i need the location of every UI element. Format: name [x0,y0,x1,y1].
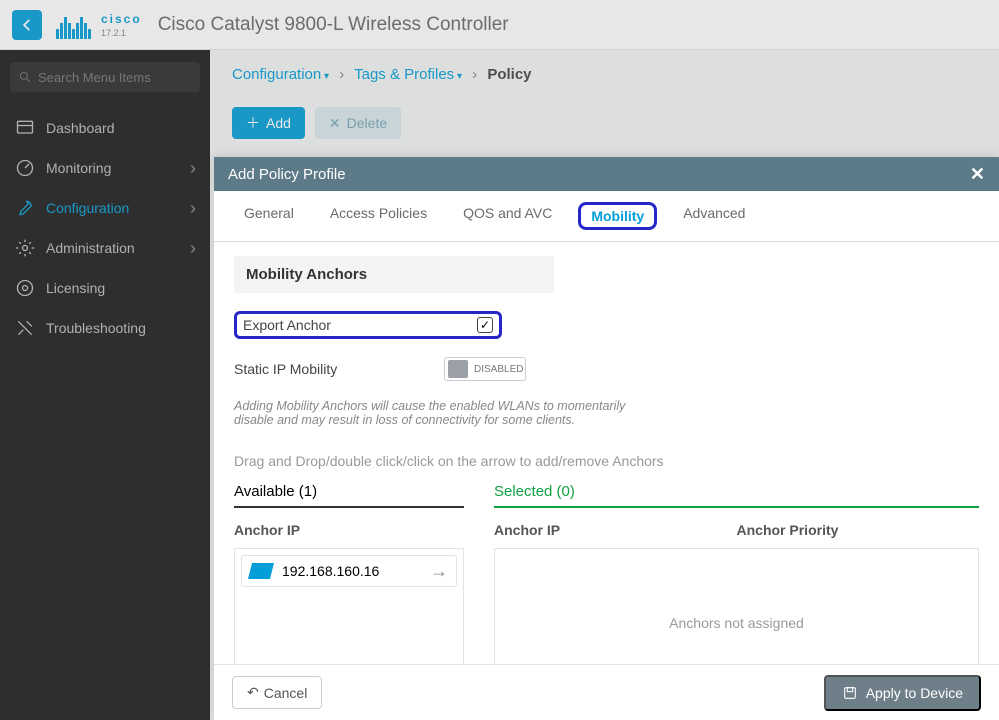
add-label: Add [266,115,291,131]
anchor-tag-icon [248,563,274,579]
nav-label: Licensing [46,280,196,296]
arrow-left-icon [20,18,34,32]
save-icon [842,685,858,701]
mobility-note: Adding Mobility Anchors will cause the e… [234,399,634,427]
breadcrumb-current: Policy [487,66,531,83]
tools-icon [14,317,36,339]
sidebar-item-administration[interactable]: Administration › [10,228,200,268]
close-icon[interactable]: ✕ [970,164,985,185]
sidebar-item-licensing[interactable]: Licensing [10,268,200,308]
sidebar-item-dashboard[interactable]: Dashboard [10,108,200,148]
search-icon [18,70,32,84]
undo-icon: ↶ [247,684,259,701]
modal-body: Mobility Anchors Export Anchor ✓ Static … [214,242,999,664]
col-header-anchor-priority: Anchor Priority [737,522,980,538]
nav-label: Troubleshooting [46,320,196,336]
nav-label: Monitoring [46,160,190,176]
brand-word: cisco [101,12,142,26]
available-list: 192.168.160.16 → [234,548,464,664]
breadcrumb-tags-profiles[interactable]: Tags & Profiles [354,66,462,83]
modal-title: Add Policy Profile [228,166,346,183]
modal-footer: ↶ Cancel Apply to Device [214,664,999,720]
tab-access-policies[interactable]: Access Policies [312,191,445,241]
nav-label: Dashboard [46,120,196,136]
sidebar: Search Menu Items Dashboard Monitoring ›… [0,50,210,720]
back-button[interactable] [12,10,42,40]
export-anchor-label: Export Anchor [243,317,477,333]
sidebar-item-troubleshooting[interactable]: Troubleshooting [10,308,200,348]
delete-button[interactable]: ✕ Delete [315,107,401,139]
drag-drop-hint: Drag and Drop/double click/click on the … [234,453,979,469]
tab-advanced[interactable]: Advanced [665,191,763,241]
gear-icon [14,237,36,259]
add-policy-profile-modal: Add Policy Profile ✕ General Access Poli… [214,157,999,720]
tab-qos-avc[interactable]: QOS and AVC [445,191,570,241]
toggle-knob [448,360,468,378]
cancel-label: Cancel [264,685,308,701]
selected-empty-text: Anchors not assigned [669,615,804,631]
search-placeholder: Search Menu Items [38,70,151,85]
apply-to-device-button[interactable]: Apply to Device [824,675,981,711]
delete-label: Delete [347,115,387,131]
tab-mobility-label: Mobility [578,202,657,230]
chevron-right-icon: › [190,198,196,219]
anchor-ip-value: 192.168.160.16 [282,563,379,579]
breadcrumb: Configuration › Tags & Profiles › Policy [232,66,977,83]
selected-title: Selected (0) [494,483,979,508]
col-header-anchor-ip: Anchor IP [234,522,464,538]
brand-block: cisco 17.2.1 [101,12,142,38]
available-title: Available (1) [234,483,464,508]
modal-header: Add Policy Profile ✕ [214,157,999,191]
export-anchor-checkbox[interactable]: ✓ [477,317,493,333]
modal-tabs: General Access Policies QOS and AVC Mobi… [214,191,999,242]
selected-list: Anchors not assigned [494,548,979,664]
license-icon [14,277,36,299]
nav-label: Administration [46,240,190,256]
wrench-icon [14,197,36,219]
search-input[interactable]: Search Menu Items [10,62,200,92]
static-ip-label: Static IP Mobility [234,361,444,377]
col-header-anchor-ip-sel: Anchor IP [494,522,737,538]
available-anchor-item[interactable]: 192.168.160.16 → [241,555,457,587]
tab-general[interactable]: General [226,191,312,241]
cancel-button[interactable]: ↶ Cancel [232,676,322,709]
breadcrumb-configuration[interactable]: Configuration [232,66,329,83]
cisco-logo-icon [56,11,91,39]
toggle-state: DISABLED [474,364,523,375]
move-right-icon[interactable]: → [430,561,448,582]
dashboard-icon [14,117,36,139]
brand-version: 17.2.1 [101,28,142,38]
add-button[interactable]: ＋ Add [232,107,305,139]
top-bar: cisco 17.2.1 Cisco Catalyst 9800-L Wirel… [0,0,999,50]
chevron-right-icon: › [190,158,196,179]
static-ip-toggle[interactable]: DISABLED [444,357,526,381]
sidebar-item-monitoring[interactable]: Monitoring › [10,148,200,188]
gauge-icon [14,157,36,179]
section-mobility-anchors: Mobility Anchors [234,256,554,293]
export-anchor-row: Export Anchor ✓ [234,311,502,339]
chevron-right-icon: › [190,238,196,259]
page-title: Cisco Catalyst 9800-L Wireless Controlle… [158,14,509,36]
tab-mobility[interactable]: Mobility [570,191,665,241]
sidebar-item-configuration[interactable]: Configuration › [10,188,200,228]
apply-label: Apply to Device [866,685,963,701]
nav-label: Configuration [46,200,190,216]
